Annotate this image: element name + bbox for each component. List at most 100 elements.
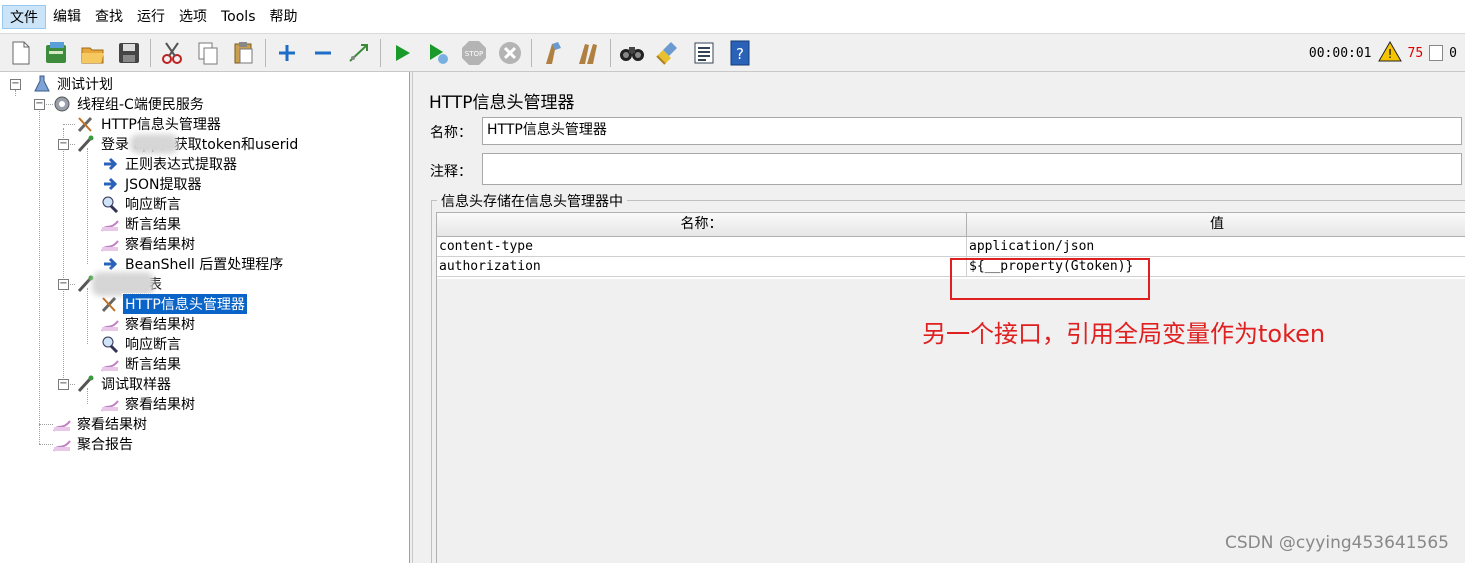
help-icon[interactable]: ? (725, 38, 755, 68)
templates-icon[interactable] (42, 38, 72, 68)
collapse-toggle[interactable]: − (58, 139, 69, 150)
panel-title: HTTP信息头管理器 (429, 93, 575, 113)
search-icon[interactable] (617, 38, 647, 68)
error-count: 0 (1449, 45, 1457, 61)
collapse-toggle[interactable]: − (34, 99, 45, 110)
copy-icon[interactable] (193, 38, 223, 68)
start-no-pause-icon[interactable] (423, 38, 453, 68)
flask-icon (32, 75, 52, 93)
redacted-area (92, 272, 154, 296)
warning-icon[interactable]: ! (1377, 40, 1402, 66)
tree-item-json-extractor[interactable]: JSON提取器 (100, 174, 204, 194)
svg-text:?: ? (736, 45, 744, 63)
chart-icon (100, 395, 120, 413)
tree-item-header-manager-selected[interactable]: HTTP信息头管理器 (100, 293, 248, 315)
menu-options[interactable]: 选项 (172, 5, 214, 29)
chart-icon (52, 435, 72, 453)
stop-icon[interactable]: STOP (459, 38, 489, 68)
arrow-icon (100, 155, 120, 173)
table-cell-name[interactable]: authorization (437, 257, 967, 277)
reset-search-icon[interactable] (653, 38, 683, 68)
tree-item-assertion-results[interactable]: 断言结果 (100, 214, 183, 234)
toolbar-separator (265, 38, 266, 67)
menu-bar: 文件 编辑 查找 运行 选项 Tools 帮助 (0, 0, 1465, 34)
chart-icon (100, 315, 120, 333)
tree-item-test-plan[interactable]: 测试计划 (32, 74, 115, 94)
new-icon[interactable] (6, 38, 36, 68)
table-cell-name[interactable]: content-type (437, 237, 967, 257)
magnifier-icon (100, 195, 120, 213)
collapse-toggle[interactable]: − (58, 279, 69, 290)
test-plan-tree: − − − − − 测试计划 线程组-C端便民服务 HTTP信息头管理器 登录 … (0, 72, 410, 563)
tree-item-thread-group[interactable]: 线程组-C端便民服务 (52, 94, 206, 114)
column-header-name[interactable]: 名称： (437, 213, 967, 237)
chart-icon (100, 215, 120, 233)
menu-help[interactable]: 帮助 (263, 5, 305, 29)
name-input[interactable]: HTTP信息头管理器 (482, 117, 1462, 145)
wrench-icon (100, 295, 120, 313)
tree-item-header-manager[interactable]: HTTP信息头管理器 (76, 114, 223, 134)
menu-tools[interactable]: Tools (214, 5, 263, 29)
arrow-icon (100, 255, 120, 273)
tree-item-response-assertion[interactable]: 响应断言 (100, 194, 183, 214)
collapse-toggle[interactable]: − (58, 379, 69, 390)
cut-icon[interactable] (157, 38, 187, 68)
clear-icon[interactable] (538, 38, 568, 68)
comment-input[interactable] (482, 153, 1462, 185)
tree-item-debug-sampler[interactable]: 调试取样器 (76, 374, 173, 394)
warning-count: 75 (1407, 45, 1424, 61)
tree-item-login-sampler[interactable]: 登录 app，获取token和userid (76, 134, 300, 154)
toolbar: STOP ? 00:00:01 ! 75 0 (0, 34, 1465, 72)
tree-item-view-results-tree[interactable]: 察看结果树 (100, 314, 197, 334)
toolbar-separator (150, 38, 151, 67)
toolbar-separator (380, 38, 381, 67)
collapse-icon[interactable] (308, 38, 338, 68)
headers-group-title: 信息头存储在信息头管理器中 (437, 191, 627, 211)
start-icon[interactable] (387, 38, 417, 68)
toolbar-separator (610, 38, 611, 67)
active-threads-box (1429, 45, 1444, 61)
annotation-text: 另一个接口，引用全局变量作为token (922, 320, 1326, 348)
column-header-value[interactable]: 值 (967, 213, 1465, 237)
open-icon[interactable] (78, 38, 108, 68)
tree-item-view-results-tree[interactable]: 察看结果树 (100, 394, 197, 414)
arrow-icon (100, 175, 120, 193)
gear-icon (52, 95, 72, 113)
tree-item-view-results-tree[interactable]: 察看结果树 (100, 234, 197, 254)
function-helper-icon[interactable] (689, 38, 719, 68)
toolbar-separator (531, 38, 532, 67)
chart-icon (100, 355, 120, 373)
tree-item-aggregate-report[interactable]: 聚合报告 (52, 434, 135, 454)
status-area: 00:00:01 ! 75 0 (1309, 40, 1457, 66)
svg-text:STOP: STOP (465, 50, 483, 58)
paste-icon[interactable] (229, 38, 259, 68)
shutdown-icon[interactable] (495, 38, 525, 68)
menu-edit[interactable]: 编辑 (46, 5, 88, 29)
pipette-icon (76, 375, 96, 393)
collapse-toggle[interactable]: − (10, 79, 21, 90)
table-cell-value[interactable]: application/json (967, 237, 1465, 257)
svg-text:!: ! (1387, 47, 1392, 61)
tree-item-view-results-tree[interactable]: 察看结果树 (52, 414, 149, 434)
chart-icon (100, 235, 120, 253)
wrench-icon (76, 115, 96, 133)
menu-run[interactable]: 运行 (130, 5, 172, 29)
toggle-icon[interactable] (344, 38, 374, 68)
redacted-area (130, 134, 178, 154)
expand-icon[interactable] (272, 38, 302, 68)
csdn-watermark: CSDN @cyying453641565 (1225, 533, 1449, 553)
tree-item-beanshell-postprocessor[interactable]: BeanShell 后置处理程序 (100, 254, 285, 274)
name-label: 名称： (430, 125, 472, 141)
magnifier-icon (100, 335, 120, 353)
menu-search[interactable]: 查找 (88, 5, 130, 29)
pipette-icon (76, 135, 96, 153)
clear-all-icon[interactable] (574, 38, 604, 68)
tree-item-assertion-results[interactable]: 断言结果 (100, 354, 183, 374)
tree-item-response-assertion[interactable]: 响应断言 (100, 334, 183, 354)
annotation-highlight-box (950, 258, 1150, 300)
elapsed-timer: 00:00:01 (1308, 45, 1372, 61)
save-icon[interactable] (114, 38, 144, 68)
tree-item-regex-extractor[interactable]: 正则表达式提取器 (100, 154, 239, 174)
chart-icon (52, 415, 72, 433)
menu-file[interactable]: 文件 (2, 4, 46, 29)
